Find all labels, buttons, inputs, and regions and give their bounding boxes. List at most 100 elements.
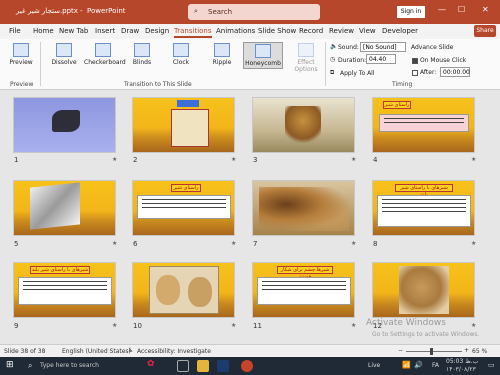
slide-number: 4	[373, 156, 378, 164]
powerpoint-icon[interactable]	[241, 360, 253, 372]
transition-ripple[interactable]: Ripple	[207, 43, 237, 66]
group-divider	[325, 42, 326, 86]
slide-number: 3	[253, 156, 258, 164]
checkbox-checked-icon	[412, 57, 418, 64]
tab-file[interactable]: File	[9, 27, 21, 35]
after-input[interactable]: 00:00.00	[440, 67, 470, 77]
slide-thumbnail-7[interactable]	[252, 180, 355, 236]
preview-button[interactable]: Preview	[8, 43, 34, 66]
transition-blinds[interactable]: Blinds	[128, 43, 156, 66]
clock-time[interactable]: 05:03 ب.ظ	[446, 358, 478, 365]
zoom-slider-thumb[interactable]	[430, 348, 433, 355]
zoom-out-button[interactable]: −	[398, 347, 403, 354]
close-button[interactable]: ✕	[482, 5, 489, 14]
slide-title-banner: شیرهای با راستای شیر بلند	[395, 184, 453, 198]
slide-thumbnail-12[interactable]	[372, 262, 475, 318]
transition-star-icon: ★	[112, 156, 118, 163]
zoom-in-button[interactable]: +	[464, 347, 469, 354]
slide-thumbnail-1[interactable]	[13, 97, 116, 153]
slide-thumbnail-6[interactable]: راستای شیر	[132, 180, 235, 236]
on-mouse-click-checkbox[interactable]: On Mouse Click	[412, 57, 466, 64]
file-name: ستجار شیر غیر.pptx	[16, 7, 78, 15]
slide-number: 11	[253, 322, 262, 330]
flower-icon[interactable]: ✿	[147, 359, 155, 369]
sound-dropdown[interactable]: [No Sound]	[360, 42, 406, 52]
slide-number: 9	[14, 322, 19, 330]
tab-insert[interactable]: Insert	[95, 27, 115, 35]
task-view-icon[interactable]	[177, 360, 189, 372]
volume-icon[interactable]: 🔊	[414, 361, 423, 369]
checkerboard-icon	[95, 43, 111, 57]
transitions-ribbon: Preview Preview Dissolve Checkerboard Bl…	[0, 39, 500, 90]
lioness-image	[399, 266, 449, 314]
tab-transitions[interactable]: Transitions	[174, 27, 212, 38]
windows-start-icon[interactable]: ⊞	[6, 360, 14, 370]
taskbar: ⊞ ⌕ Type here to search ✿ Live 📶 🔊 FA 05…	[0, 357, 500, 375]
slide-thumbnail-5[interactable]	[13, 180, 116, 236]
calligraphy-image	[52, 110, 80, 132]
tab-animations[interactable]: Animations	[216, 27, 255, 35]
app-name: PowerPoint	[87, 7, 126, 15]
clock-date[interactable]: ۱۴۰۳/۰۸/۲۳	[446, 366, 476, 373]
transition-checkerboard[interactable]: Checkerboard	[84, 43, 126, 66]
blinds-icon	[134, 43, 150, 57]
transition-star-icon: ★	[231, 322, 237, 329]
zoom-level[interactable]: 65 %	[472, 348, 487, 355]
after-label: After:	[420, 69, 437, 76]
slide-thumbnail-10[interactable]	[132, 262, 235, 318]
language-indicator[interactable]: English (United States)	[62, 348, 131, 355]
file-explorer-icon[interactable]	[197, 360, 209, 372]
accessibility-status[interactable]: Accessibility: Investigate	[137, 348, 211, 355]
slide-thumbnail-4[interactable]: راستای شیر	[372, 97, 475, 153]
transition-star-icon: ★	[351, 240, 357, 247]
tab-developer[interactable]: Developer	[382, 27, 418, 35]
slide-title-box	[177, 100, 199, 107]
after-checkbox[interactable]: After:	[412, 69, 436, 76]
network-icon[interactable]: 📶	[402, 361, 411, 369]
effect-options-button[interactable]: Effect Options	[291, 43, 321, 73]
tab-view[interactable]: View	[359, 27, 376, 35]
transition-label: Checkerboard	[84, 59, 126, 66]
tab-slide-show[interactable]: Slide Show	[258, 27, 296, 35]
slide-text-box	[137, 195, 231, 219]
preview-group-label: Preview	[10, 81, 34, 88]
slide-thumbnail-3[interactable]	[252, 97, 355, 153]
transition-group-label: Transition to This Slide	[124, 81, 192, 88]
share-button[interactable]: Share	[474, 25, 496, 37]
search-box[interactable]: ⌕ Search	[188, 4, 320, 20]
effect-options-icon	[298, 43, 314, 57]
transition-label: Dissolve	[51, 59, 77, 66]
notifications-icon[interactable]: ▭	[488, 361, 495, 369]
tab-record[interactable]: Record	[299, 27, 323, 35]
maximize-button[interactable]: ☐	[458, 5, 465, 14]
ribbon-tabs: File Home New Tab Insert Draw Design Tra…	[0, 24, 500, 39]
sign-in-button[interactable]: Sign in	[397, 6, 425, 18]
slide-thumbnail-9[interactable]: شیرهای با راستای شیر بلند	[13, 262, 116, 318]
zoom-slider[interactable]	[406, 348, 462, 355]
transition-star-icon: ★	[112, 322, 118, 329]
transition-dissolve[interactable]: Dissolve	[48, 43, 80, 66]
input-language[interactable]: FA	[432, 362, 439, 369]
slide-thumbnail-8[interactable]: شیرهای با راستای شیر بلند	[372, 180, 475, 236]
slide-count: Slide 38 of 38	[4, 348, 46, 355]
taskbar-search[interactable]: Type here to search	[40, 362, 99, 369]
duration-input[interactable]: 04.40	[366, 54, 396, 64]
apply-to-all-button[interactable]: Apply To All	[340, 70, 375, 77]
photoshop-icon[interactable]	[217, 360, 229, 372]
lions-image	[259, 187, 349, 231]
transition-label: Ripple	[212, 59, 232, 66]
tab-review[interactable]: Review	[329, 27, 354, 35]
minimize-button[interactable]: —	[438, 5, 446, 14]
slide-text-box	[379, 114, 469, 132]
tab-draw[interactable]: Draw	[121, 27, 139, 35]
live-label[interactable]: Live	[368, 362, 380, 369]
slide-thumbnail-2[interactable]	[132, 97, 235, 153]
transition-honeycomb[interactable]: Honeycomb	[243, 42, 283, 69]
tab-new-tab[interactable]: New Tab	[59, 27, 88, 35]
slide-thumbnail-11[interactable]: شیرها چشم برای شکار هستند	[252, 262, 355, 318]
activate-windows-title: Activate Windows	[366, 318, 446, 328]
tab-design[interactable]: Design	[145, 27, 169, 35]
tab-home[interactable]: Home	[33, 27, 54, 35]
text-panel	[171, 109, 209, 147]
transition-clock[interactable]: Clock	[167, 43, 195, 66]
